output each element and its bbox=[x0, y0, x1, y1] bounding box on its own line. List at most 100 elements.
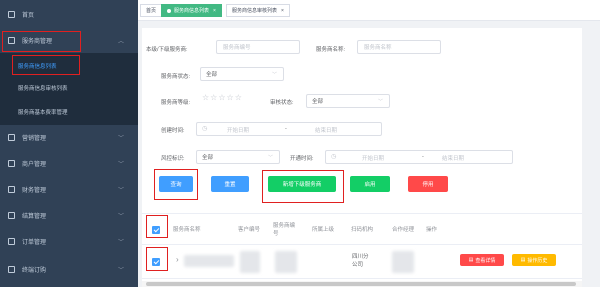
chevron-down-icon: ﹀ bbox=[117, 239, 124, 246]
sidebar-item-home[interactable]: 首页 bbox=[0, 2, 138, 26]
sidebar-item-label: 营销管理 bbox=[22, 135, 47, 142]
placeholder-text: 服务商编号 bbox=[223, 45, 251, 51]
chevron-down-icon: ﹀ bbox=[271, 72, 277, 78]
doc-icon: ▤ bbox=[520, 257, 526, 263]
sidebar-item-label: 结算管理 bbox=[22, 213, 47, 220]
sidebar-item-label: 订单管理 bbox=[22, 239, 47, 246]
manager-cell bbox=[392, 251, 414, 273]
chevron-down-icon: ﹀ bbox=[267, 155, 273, 161]
close-icon[interactable]: × bbox=[281, 8, 284, 14]
provider-name-cell bbox=[184, 255, 234, 267]
merchant-icon bbox=[8, 159, 15, 167]
doc-icon: ▤ bbox=[468, 257, 474, 263]
created-date-range[interactable]: ◷ 开始日期 - 结束日期 bbox=[196, 122, 382, 136]
column-header: 合作经理 bbox=[392, 227, 415, 233]
expand-chevron-icon[interactable]: › bbox=[176, 256, 179, 264]
chevron-down-icon: ﹀ bbox=[377, 99, 383, 105]
sidebar-item-label: 首页 bbox=[22, 12, 35, 19]
enable-button[interactable]: 启用 bbox=[350, 176, 390, 192]
tab-bar: 首页 服务商信息列表 × 服务商信息审核列表 × bbox=[138, 0, 600, 21]
select-value: 全部 bbox=[312, 99, 324, 105]
view-detail-button[interactable]: ▤ 查看详情 bbox=[460, 254, 504, 266]
sidebar-item-label: 财务管理 bbox=[22, 187, 47, 194]
risk-flag-label: 风控标识: bbox=[161, 156, 185, 162]
star-rating-input[interactable]: ☆☆☆☆☆ bbox=[202, 93, 243, 102]
tab-provider-list[interactable]: 服务商信息列表 × bbox=[161, 4, 222, 17]
disable-button[interactable]: 停用 bbox=[408, 176, 448, 192]
close-icon[interactable]: × bbox=[213, 8, 216, 14]
org-cell: 四川分公司 bbox=[352, 254, 369, 268]
audit-status-select[interactable]: 全部 ﹀ bbox=[306, 94, 390, 108]
horizontal-scrollbar[interactable] bbox=[142, 281, 582, 287]
annotation-box-provider-list bbox=[12, 55, 80, 75]
tab-home[interactable]: 首页 bbox=[140, 4, 163, 17]
sidebar-item-label: 商户管理 bbox=[22, 161, 47, 168]
submenu-item-label: 服务商信息审核列表 bbox=[18, 86, 68, 92]
chevron-up-icon: ︿ bbox=[117, 38, 124, 45]
annotation-box-query bbox=[154, 169, 198, 200]
provider-status-label: 服务商状态: bbox=[161, 74, 191, 80]
history-button[interactable]: ▤ 操作历史 bbox=[512, 254, 556, 266]
sidebar-item-finance[interactable]: 财务管理 ﹀ bbox=[0, 177, 138, 201]
finance-icon bbox=[8, 185, 15, 193]
created-time-label: 创建时间: bbox=[161, 128, 185, 134]
annotation-box-service-menu bbox=[2, 31, 81, 52]
start-date-placeholder: 开始日期 bbox=[227, 128, 250, 134]
end-date-placeholder: 结束日期 bbox=[442, 156, 465, 162]
tab-label: 服务商信息审核列表 bbox=[232, 8, 278, 14]
provider-id-cell bbox=[275, 251, 297, 273]
calendar-icon: ◷ bbox=[202, 126, 208, 132]
provider-name-input[interactable]: 服务商名称 bbox=[357, 40, 441, 54]
marketing-icon bbox=[8, 133, 15, 141]
annotation-box-add-sub bbox=[262, 170, 344, 203]
start-date-placeholder: 开始日期 bbox=[362, 156, 385, 162]
column-header: 客户编号 bbox=[238, 227, 261, 233]
chevron-down-icon: ﹀ bbox=[117, 267, 124, 274]
home-icon bbox=[8, 10, 15, 18]
range-separator: - bbox=[422, 154, 424, 160]
column-header: 操作 bbox=[426, 227, 438, 233]
provider-id-label: 本级/下级服务商: bbox=[146, 47, 188, 53]
button-label: 操作历史 bbox=[527, 257, 548, 264]
submenu-item-label: 服务商基本费率管理 bbox=[18, 110, 68, 116]
scrollbar-thumb[interactable] bbox=[146, 282, 576, 286]
tab-label: 服务商信息列表 bbox=[174, 8, 210, 14]
reset-button[interactable]: 重置 bbox=[211, 176, 249, 192]
annotation-box-row-checkbox bbox=[146, 247, 168, 271]
column-header: 所属上级 bbox=[312, 227, 335, 233]
annotation-box-select-all bbox=[146, 215, 168, 238]
provider-level-label: 服务商等级: bbox=[161, 100, 191, 106]
sidebar-item-orders[interactable]: 订单管理 ﹀ bbox=[0, 229, 138, 253]
chevron-down-icon: ﹀ bbox=[117, 213, 124, 220]
sidebar-item-merchant[interactable]: 商户管理 ﹀ bbox=[0, 151, 138, 175]
tab-label: 首页 bbox=[146, 8, 157, 14]
submenu-item-provider-rate[interactable]: 服务商基本费率管理 bbox=[0, 101, 138, 123]
end-date-placeholder: 结束日期 bbox=[315, 128, 338, 134]
open-time-label: 开通时间: bbox=[290, 156, 314, 162]
column-header: 扫码机构 bbox=[351, 227, 374, 233]
open-date-range[interactable]: ◷ 开始日期 - 结束日期 bbox=[325, 150, 513, 164]
chevron-down-icon: ﹀ bbox=[117, 135, 124, 142]
risk-flag-select[interactable]: 全部 ﹀ bbox=[196, 150, 280, 164]
tab-provider-audit[interactable]: 服务商信息审核列表 × bbox=[226, 4, 290, 17]
terminal-icon bbox=[8, 265, 15, 273]
sidebar-item-settlement[interactable]: 结算管理 ﹀ bbox=[0, 203, 138, 227]
sidebar-item-label: 终端订购 bbox=[22, 267, 47, 274]
table-header: 服务商名称 客户编号 服务商编号 所属上级 扫码机构 合作经理 操作 bbox=[142, 213, 582, 245]
chevron-down-icon: ﹀ bbox=[117, 161, 124, 168]
range-separator: - bbox=[285, 126, 287, 132]
table-row[interactable]: › 四川分公司 ▤ 查看详情 ▤ 操作历史 bbox=[142, 245, 582, 279]
button-label: 查看详情 bbox=[475, 257, 496, 264]
provider-id-input[interactable]: 服务商编号 bbox=[216, 40, 300, 54]
audit-status-label: 审核状态: bbox=[270, 100, 294, 106]
sidebar-item-marketing[interactable]: 营销管理 ﹀ bbox=[0, 125, 138, 149]
sidebar-item-terminal[interactable]: 终端订购 ﹀ bbox=[0, 257, 138, 281]
submenu-item-provider-audit-list[interactable]: 服务商信息审核列表 bbox=[0, 77, 138, 99]
order-icon bbox=[8, 237, 15, 245]
placeholder-text: 服务商名称 bbox=[364, 45, 392, 51]
column-header: 服务商编号 bbox=[273, 223, 296, 237]
select-value: 全部 bbox=[206, 72, 218, 78]
chevron-down-icon: ﹀ bbox=[117, 187, 124, 194]
active-dot-icon bbox=[167, 8, 171, 13]
provider-status-select[interactable]: 全部 ﹀ bbox=[200, 67, 284, 81]
